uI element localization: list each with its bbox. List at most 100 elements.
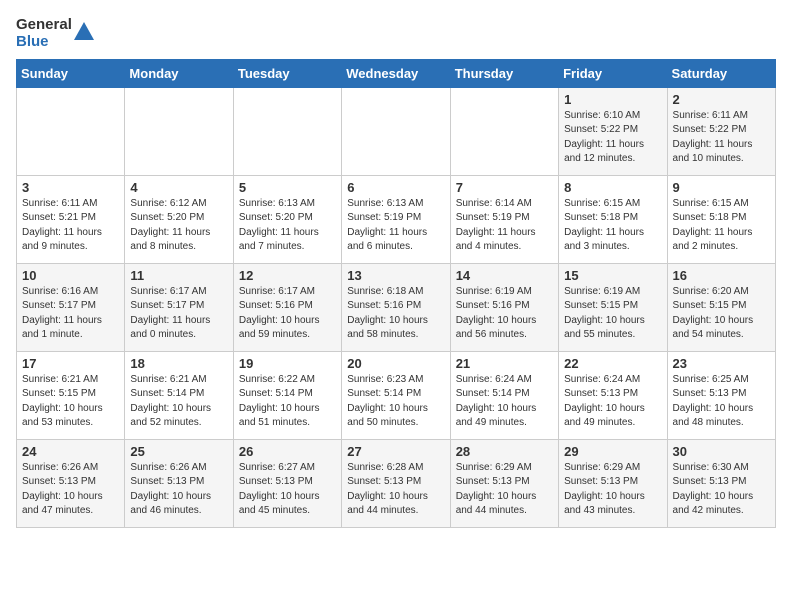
- calendar-cell: 2 Sunrise: 6:11 AM Sunset: 5:22 PM Daylig…: [667, 87, 775, 175]
- day-info: Sunrise: 6:21 AM Sunset: 5:14 PM Dayligh…: [130, 373, 227, 431]
- calendar-cell: 4Sunrise: 6:12 AM Sunset: 5:20 PM Daylig…: [125, 175, 233, 263]
- day-info: Sunrise: 6:17 AM Sunset: 5:17 PM Dayligh…: [130, 285, 227, 343]
- day-info: Sunrise: 6:14 AM Sunset: 5:19 PM Dayligh…: [456, 197, 553, 255]
- day-number: 16: [673, 268, 770, 283]
- calendar-cell: 29 Sunrise: 6:29 AM Sunset: 5:13 PM Dayli…: [559, 439, 667, 527]
- calendar-cell: 15 Sunrise: 6:19 AM Sunset: 5:15 PM Dayli…: [559, 263, 667, 351]
- day-info: Sunrise: 6:11 AM Sunset: 5:22 PM Dayligh…: [673, 109, 770, 167]
- calendar-cell: 21 Sunrise: 6:24 AM Sunset: 5:14 PM Dayli…: [450, 351, 558, 439]
- day-info: Sunrise: 6:16 AM Sunset: 5:17 PM Dayligh…: [22, 285, 119, 343]
- calendar-cell: 17 Sunrise: 6:21 AM Sunset: 5:15 PM Dayli…: [17, 351, 125, 439]
- day-number: 7: [456, 180, 553, 195]
- day-number: 10: [22, 268, 119, 283]
- calendar-cell: 28 Sunrise: 6:29 AM Sunset: 5:13 PM Dayli…: [450, 439, 558, 527]
- calendar-cell: 14Sunrise: 6:19 AM Sunset: 5:16 PM Dayli…: [450, 263, 558, 351]
- calendar-cell: [450, 87, 558, 175]
- day-number: 17: [22, 356, 119, 371]
- header-cell-monday: Monday: [125, 59, 233, 87]
- day-number: 12: [239, 268, 336, 283]
- calendar-cell: 25Sunrise: 6:26 AM Sunset: 5:13 PM Dayli…: [125, 439, 233, 527]
- day-info: Sunrise: 6:26 AM Sunset: 5:13 PM Dayligh…: [130, 461, 227, 519]
- calendar-cell: 16 Sunrise: 6:20 AM Sunset: 5:15 PM Dayli…: [667, 263, 775, 351]
- day-info: Sunrise: 6:13 AM Sunset: 5:20 PM Dayligh…: [239, 197, 336, 255]
- calendar-cell: 20 Sunrise: 6:23 AM Sunset: 5:14 PM Dayli…: [342, 351, 450, 439]
- day-info: Sunrise: 6:15 AM Sunset: 5:18 PM Dayligh…: [564, 197, 661, 255]
- day-number: 18: [130, 356, 227, 371]
- day-number: 30: [673, 444, 770, 459]
- logo-text: General Blue: [16, 16, 72, 51]
- logo-general: General: [16, 16, 72, 33]
- day-info: Sunrise: 6:13 AM Sunset: 5:19 PM Dayligh…: [347, 197, 444, 255]
- calendar-cell: 23 Sunrise: 6:25 AM Sunset: 5:13 PM Dayli…: [667, 351, 775, 439]
- calendar-cell: 8 Sunrise: 6:15 AM Sunset: 5:18 PM Daylig…: [559, 175, 667, 263]
- day-number: 24: [22, 444, 119, 459]
- calendar-cell: 12 Sunrise: 6:17 AM Sunset: 5:16 PM Dayli…: [233, 263, 341, 351]
- day-info: Sunrise: 6:26 AM Sunset: 5:13 PM Dayligh…: [22, 461, 119, 519]
- day-number: 5: [239, 180, 336, 195]
- day-info: Sunrise: 6:19 AM Sunset: 5:16 PM Dayligh…: [456, 285, 553, 343]
- day-info: Sunrise: 6:29 AM Sunset: 5:13 PM Dayligh…: [456, 461, 553, 519]
- calendar-cell: 6 Sunrise: 6:13 AM Sunset: 5:19 PM Daylig…: [342, 175, 450, 263]
- calendar-cell: 19Sunrise: 6:22 AM Sunset: 5:14 PM Dayli…: [233, 351, 341, 439]
- day-info: Sunrise: 6:25 AM Sunset: 5:13 PM Dayligh…: [673, 373, 770, 431]
- day-number: 3: [22, 180, 119, 195]
- day-info: Sunrise: 6:24 AM Sunset: 5:14 PM Dayligh…: [456, 373, 553, 431]
- header-cell-wednesday: Wednesday: [342, 59, 450, 87]
- header-cell-tuesday: Tuesday: [233, 59, 341, 87]
- calendar-cell: 30 Sunrise: 6:30 AM Sunset: 5:13 PM Dayli…: [667, 439, 775, 527]
- day-info: Sunrise: 6:30 AM Sunset: 5:13 PM Dayligh…: [673, 461, 770, 519]
- calendar-table: SundayMondayTuesdayWednesdayThursdayFrid…: [16, 59, 776, 528]
- calendar-cell: 11 Sunrise: 6:17 AM Sunset: 5:17 PM Dayli…: [125, 263, 233, 351]
- day-info: Sunrise: 6:27 AM Sunset: 5:13 PM Dayligh…: [239, 461, 336, 519]
- calendar-cell: 18 Sunrise: 6:21 AM Sunset: 5:14 PM Dayli…: [125, 351, 233, 439]
- header-cell-saturday: Saturday: [667, 59, 775, 87]
- calendar-cell: 22Sunrise: 6:24 AM Sunset: 5:13 PM Dayli…: [559, 351, 667, 439]
- calendar-cell: 13Sunrise: 6:18 AM Sunset: 5:16 PM Dayli…: [342, 263, 450, 351]
- day-number: 11: [130, 268, 227, 283]
- header-cell-thursday: Thursday: [450, 59, 558, 87]
- calendar-cell: 26 Sunrise: 6:27 AM Sunset: 5:13 PM Dayli…: [233, 439, 341, 527]
- day-info: Sunrise: 6:21 AM Sunset: 5:15 PM Dayligh…: [22, 373, 119, 431]
- day-number: 28: [456, 444, 553, 459]
- day-number: 2: [673, 92, 770, 107]
- day-info: Sunrise: 6:17 AM Sunset: 5:16 PM Dayligh…: [239, 285, 336, 343]
- calendar-row-4: 24 Sunrise: 6:26 AM Sunset: 5:13 PM Dayli…: [17, 439, 776, 527]
- calendar-cell: 7 Sunrise: 6:14 AM Sunset: 5:19 PM Daylig…: [450, 175, 558, 263]
- day-number: 4: [130, 180, 227, 195]
- header-cell-sunday: Sunday: [17, 59, 125, 87]
- day-number: 20: [347, 356, 444, 371]
- day-info: Sunrise: 6:18 AM Sunset: 5:16 PM Dayligh…: [347, 285, 444, 343]
- day-number: 15: [564, 268, 661, 283]
- calendar-cell: 27Sunrise: 6:28 AM Sunset: 5:13 PM Dayli…: [342, 439, 450, 527]
- day-number: 23: [673, 356, 770, 371]
- calendar-row-3: 17 Sunrise: 6:21 AM Sunset: 5:15 PM Dayli…: [17, 351, 776, 439]
- day-number: 26: [239, 444, 336, 459]
- calendar-row-0: 1Sunrise: 6:10 AM Sunset: 5:22 PM Daylig…: [17, 87, 776, 175]
- calendar-cell: [342, 87, 450, 175]
- header-row: SundayMondayTuesdayWednesdayThursdayFrid…: [17, 59, 776, 87]
- day-number: 29: [564, 444, 661, 459]
- logo-arrow-icon: [74, 20, 94, 40]
- day-info: Sunrise: 6:29 AM Sunset: 5:13 PM Dayligh…: [564, 461, 661, 519]
- calendar-cell: 9Sunrise: 6:15 AM Sunset: 5:18 PM Daylig…: [667, 175, 775, 263]
- day-number: 19: [239, 356, 336, 371]
- logo: General Blue: [16, 16, 94, 51]
- calendar-cell: [233, 87, 341, 175]
- calendar-row-2: 10 Sunrise: 6:16 AM Sunset: 5:17 PM Dayli…: [17, 263, 776, 351]
- day-number: 6: [347, 180, 444, 195]
- day-number: 21: [456, 356, 553, 371]
- day-info: Sunrise: 6:10 AM Sunset: 5:22 PM Dayligh…: [564, 109, 661, 167]
- day-number: 8: [564, 180, 661, 195]
- calendar-cell: 3Sunrise: 6:11 AM Sunset: 5:21 PM Daylig…: [17, 175, 125, 263]
- day-info: Sunrise: 6:28 AM Sunset: 5:13 PM Dayligh…: [347, 461, 444, 519]
- day-info: Sunrise: 6:23 AM Sunset: 5:14 PM Dayligh…: [347, 373, 444, 431]
- calendar-cell: 1Sunrise: 6:10 AM Sunset: 5:22 PM Daylig…: [559, 87, 667, 175]
- calendar-cell: [17, 87, 125, 175]
- day-number: 22: [564, 356, 661, 371]
- page-header: General Blue: [16, 16, 776, 51]
- day-info: Sunrise: 6:15 AM Sunset: 5:18 PM Dayligh…: [673, 197, 770, 255]
- calendar-cell: [125, 87, 233, 175]
- day-info: Sunrise: 6:19 AM Sunset: 5:15 PM Dayligh…: [564, 285, 661, 343]
- calendar-cell: 5 Sunrise: 6:13 AM Sunset: 5:20 PM Daylig…: [233, 175, 341, 263]
- day-info: Sunrise: 6:20 AM Sunset: 5:15 PM Dayligh…: [673, 285, 770, 343]
